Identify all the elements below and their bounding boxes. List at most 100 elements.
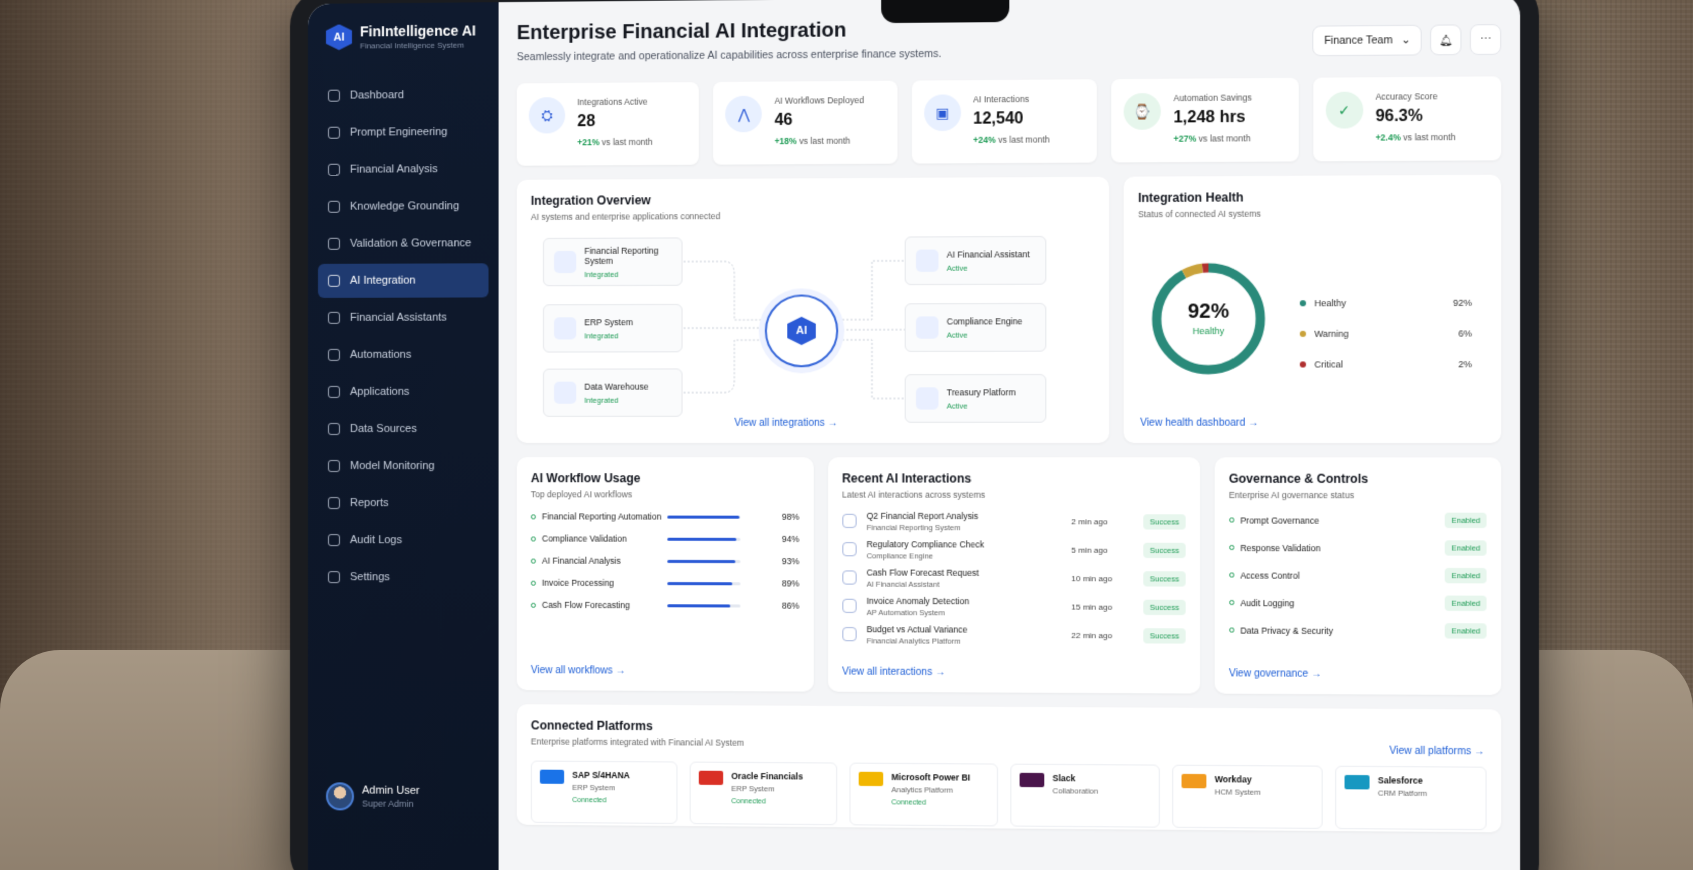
stat-delta: +24% vs last month xyxy=(973,134,1050,145)
sidebar-item-model-monitoring[interactable]: Model Monitoring xyxy=(318,449,489,483)
donut-center: 92% Healthy xyxy=(1146,300,1270,336)
card-subtitle: Status of connected AI systems xyxy=(1138,208,1261,220)
list-item[interactable]: Compliance Validation 94% xyxy=(530,533,799,544)
stat-delta-value: +21% xyxy=(577,137,600,148)
platform-status: Connected xyxy=(891,799,927,807)
platform-card[interactable]: Oracle Financials ERP System Connected xyxy=(689,761,838,826)
sidebar-item-dashboard[interactable]: Dashboard xyxy=(318,78,489,113)
list-item[interactable]: Cash Flow Forecasting 86% xyxy=(530,600,799,611)
list-item[interactable]: Financial Reporting Automation 98% xyxy=(530,511,799,522)
view-health-dashboard-link[interactable]: View health dashboard → xyxy=(1140,418,1258,429)
list-item[interactable]: Data Privacy & Security Enabled xyxy=(1228,622,1487,639)
laptop-frame: AI FinIntelligence AI Financial Intellig… xyxy=(290,0,1540,870)
user-profile[interactable]: Admin User Super Admin xyxy=(325,782,420,811)
view-all-platforms-link[interactable]: View all platforms → xyxy=(1389,746,1484,758)
stat-icon: ⛭ xyxy=(528,97,566,134)
stat-card[interactable]: ⛭ Integrations Active 28 +21% vs last month xyxy=(516,82,700,166)
platform-logo-icon xyxy=(539,769,565,784)
platform-type: ERP System xyxy=(731,784,775,794)
stat-value: 96.3% xyxy=(1375,107,1423,126)
sidebar-item-financial-analysis[interactable]: Financial Analysis xyxy=(318,152,489,187)
view-all-integrations-link[interactable]: View all integrations → xyxy=(734,418,837,429)
stat-card[interactable]: ⋀ AI Workflows Deployed 46 +18% vs last mon… xyxy=(713,80,898,165)
sidebar-item-ai-integration[interactable]: AI Integration xyxy=(317,263,489,298)
sidebar-item-label: Data Sources xyxy=(349,422,417,435)
integration-node[interactable]: Compliance Engine Active xyxy=(904,302,1047,352)
integration-node[interactable]: ERP System Integrated xyxy=(542,303,683,353)
list-item[interactable]: Cash Flow Forecast Request AI Financial A… xyxy=(842,566,1186,589)
usage-bar xyxy=(667,515,741,519)
stat-label: AI Workflows Deployed xyxy=(774,95,864,106)
status-badge: Success xyxy=(1143,627,1186,644)
platform-card[interactable]: Slack Collaboration xyxy=(1010,763,1160,828)
document-icon xyxy=(842,598,857,613)
list-item[interactable]: Access Control Enabled xyxy=(1228,567,1487,584)
more-options-button[interactable]: ⋯ xyxy=(1469,24,1502,56)
workflow-name: Invoice Processing xyxy=(541,577,615,588)
workflow-name: Financial Reporting Automation xyxy=(541,511,662,522)
team-selector[interactable]: Finance Team ⌄ xyxy=(1312,24,1422,57)
list-item[interactable]: AI Financial Analysis 93% xyxy=(530,556,799,566)
sidebar-item-knowledge-grounding[interactable]: Knowledge Grounding xyxy=(318,189,489,224)
sidebar-item-data-sources[interactable]: Data Sources xyxy=(318,412,489,446)
sidebar-item-financial-assistants[interactable]: Financial Assistants xyxy=(318,300,489,334)
sidebar-item-reports[interactable]: Reports xyxy=(318,486,489,520)
status-badge: Success xyxy=(1143,570,1186,587)
integration-name: ERP System xyxy=(584,316,633,327)
stat-label: Integrations Active xyxy=(577,96,648,108)
legend-dot xyxy=(1299,330,1306,337)
view-all-workflows-link[interactable]: View all workflows → xyxy=(531,665,626,677)
usage-bar xyxy=(667,581,741,585)
sidebar-item-automations[interactable]: Automations xyxy=(318,338,489,372)
integration-node[interactable]: Treasury Platform Active xyxy=(904,374,1047,423)
platform-card[interactable]: Workday HCM System xyxy=(1172,764,1323,829)
list-item[interactable]: Q2 Financial Report Analysis Financial Re… xyxy=(842,510,1186,533)
list-item[interactable]: Audit Logging Enabled xyxy=(1228,595,1487,612)
integration-node[interactable]: AI Financial Assistant Active xyxy=(904,235,1047,286)
stat-card[interactable]: ▣ AI Interactions 12,540 +24% vs last month xyxy=(911,79,1098,164)
sidebar-item-settings[interactable]: Settings xyxy=(318,560,489,595)
status-badge: Enabled xyxy=(1445,595,1487,612)
sidebar-item-prompt-engineering[interactable]: Prompt Engineering xyxy=(318,115,489,150)
platform-card[interactable]: Salesforce CRM Platform xyxy=(1335,765,1487,831)
bell-icon: 🔔︎ xyxy=(1438,34,1453,47)
sidebar-item-validation-governance[interactable]: Validation & Governance xyxy=(318,226,489,261)
platform-list: SAP S/4HANA ERP System Connected Oracle Fin… xyxy=(530,760,1487,831)
platform-status: Connected xyxy=(731,798,766,806)
list-item[interactable]: Regulatory Compliance Check Compliance En… xyxy=(842,538,1186,561)
stat-icon: ⌚ xyxy=(1123,93,1162,130)
interaction-title: Cash Flow Forecast Request xyxy=(866,566,979,578)
platform-logo-icon xyxy=(858,771,884,787)
list-item[interactable]: Response Validation Enabled xyxy=(1228,540,1487,556)
sidebar-item-audit-logs[interactable]: Audit Logs xyxy=(318,523,489,557)
brand[interactable]: AI FinIntelligence AI Financial Intellig… xyxy=(318,18,489,78)
view-all-interactions-link[interactable]: View all interactions → xyxy=(842,666,945,678)
list-item[interactable]: Budget vs Actual Variance Financial Analy… xyxy=(842,623,1186,647)
platform-type: ERP System xyxy=(572,782,616,793)
platform-logo-icon xyxy=(1344,774,1370,790)
integration-node[interactable]: Data Warehouse Integrated xyxy=(542,368,683,417)
platform-card[interactable]: SAP S/4HANA ERP System Connected xyxy=(530,760,678,824)
platform-card[interactable]: Microsoft Power BI Analytics Platform Conn… xyxy=(849,762,999,827)
chevron-down-icon: ⌄ xyxy=(1401,34,1411,47)
apps-icon xyxy=(327,385,340,398)
notifications-button[interactable]: 🔔︎ xyxy=(1430,24,1462,56)
stat-card[interactable]: ⌚ Automation Savings 1,248 hrs +27% vs last… xyxy=(1111,77,1299,163)
ai-hub[interactable]: AI xyxy=(764,294,839,368)
sidebar-item-label: Applications xyxy=(349,385,410,398)
platform-type: CRM Platform xyxy=(1377,788,1428,799)
platform-logo-icon xyxy=(698,770,724,785)
list-item[interactable]: Prompt Governance Enabled xyxy=(1228,512,1487,529)
sidebar-item-applications[interactable]: Applications xyxy=(318,375,489,409)
integration-node[interactable]: Financial Reporting System Integrated xyxy=(542,237,683,287)
list-item[interactable]: Invoice Processing 89% xyxy=(530,577,799,589)
user-name: Admin User xyxy=(362,784,420,797)
middle-row: Integration Overview AI systems and ente… xyxy=(516,174,1502,444)
view-governance-link[interactable]: View governance → xyxy=(1229,668,1322,680)
status-badge: Enabled xyxy=(1445,512,1487,529)
camera-notch xyxy=(881,0,1010,24)
platform-name: Workday xyxy=(1214,774,1252,785)
stat-card[interactable]: ✓ Accuracy Score 96.3% +2.4% vs last month xyxy=(1312,76,1502,162)
list-item[interactable]: Invoice Anomaly Detection AP Automation S… xyxy=(842,595,1186,618)
interaction-title: Regulatory Compliance Check xyxy=(866,538,985,550)
